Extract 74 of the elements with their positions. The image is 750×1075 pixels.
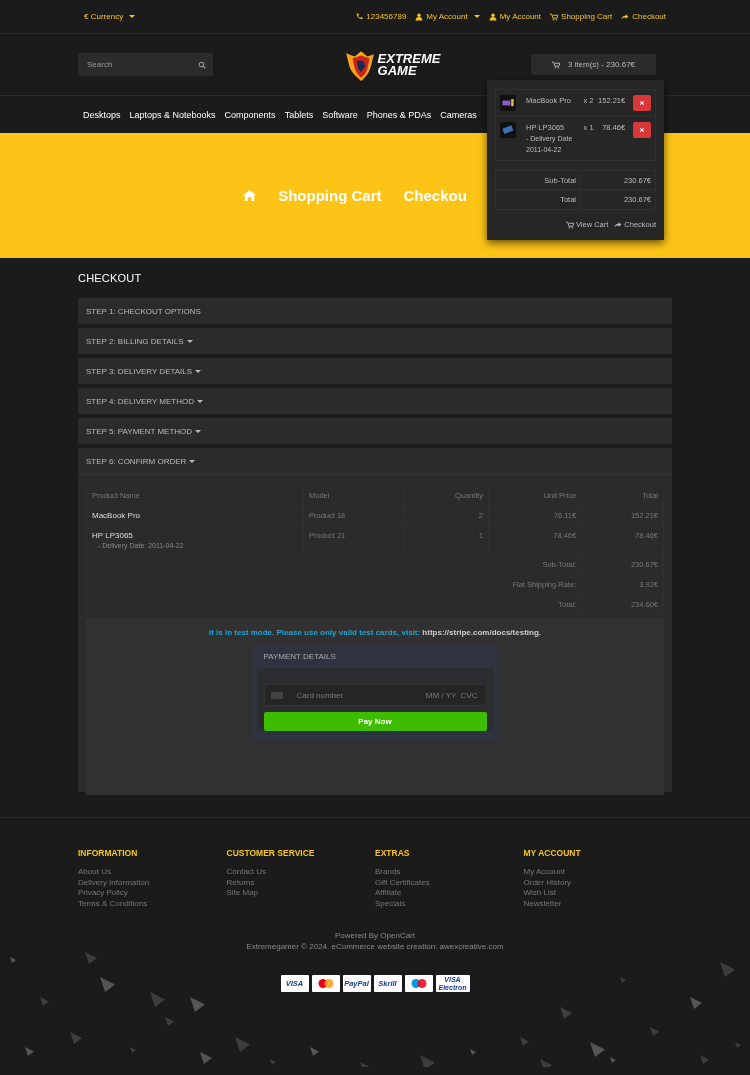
- footer-link[interactable]: Delivery Information: [78, 877, 227, 888]
- footer-link[interactable]: Contact Us: [226, 867, 375, 878]
- footer-link[interactable]: Newsletter: [523, 898, 672, 909]
- product-link[interactable]: MacBook Pro: [92, 511, 141, 520]
- footer-link[interactable]: Gift Certificates: [375, 877, 524, 888]
- nav-link[interactable]: Cameras: [440, 109, 477, 120]
- step-heading[interactable]: STEP 1: CHECKOUT OPTIONS: [78, 298, 672, 324]
- payment-logo: [311, 975, 340, 992]
- search-field[interactable]: Search: [78, 53, 213, 76]
- share-arrow-icon: [614, 220, 623, 229]
- docs-link[interactable]: https://stripe.com/docs/testing.: [422, 628, 542, 637]
- powered-by-text: Powered By OpenCart: [333, 931, 416, 942]
- card-number-input[interactable]: Card number: [294, 689, 418, 701]
- nav-link[interactable]: Components: [224, 109, 276, 120]
- search-icon: [198, 60, 206, 69]
- cart-icon: [551, 60, 560, 69]
- user-icon: [488, 12, 497, 21]
- footer-link[interactable]: Wish List: [523, 888, 672, 899]
- share-arrow-icon: [621, 12, 630, 21]
- footer-heading: INFORMATION: [78, 848, 139, 858]
- cart-icon: [565, 220, 574, 229]
- top-link[interactable]: Checkout: [621, 12, 666, 21]
- credit-card-icon: [270, 691, 283, 699]
- nav-link[interactable]: Software: [322, 109, 358, 120]
- search-input[interactable]: Search: [85, 59, 198, 70]
- footer-link[interactable]: My Account: [523, 867, 672, 878]
- product-link[interactable]: HP LP3065: [92, 531, 133, 540]
- step-heading[interactable]: STEP 4: DELIVERY METHOD: [78, 388, 672, 414]
- footer-link[interactable]: Brands: [375, 867, 524, 878]
- footer-link[interactable]: Affiliate: [375, 888, 524, 899]
- footer-link[interactable]: Specials: [375, 898, 524, 909]
- footer-link[interactable]: Returns: [226, 877, 375, 888]
- product-thumbnail[interactable]: [500, 122, 516, 138]
- cart-button[interactable]: 3 item(s) - 230.67€: [531, 54, 656, 75]
- close-icon: [639, 127, 646, 133]
- top-link[interactable]: Shopping Cart: [550, 12, 613, 21]
- page-title: CHECKOUT: [78, 272, 143, 284]
- close-icon: [639, 100, 646, 106]
- caret-icon: [129, 15, 136, 18]
- footer-link[interactable]: Terms & Conditions: [78, 898, 227, 909]
- nav-link[interactable]: Laptops & Notebooks: [129, 109, 216, 120]
- expiry-cvc-input[interactable]: MM / YY CVC: [417, 689, 480, 701]
- home-icon: [243, 189, 257, 202]
- footer-heading: CUSTOMER SERVICE: [226, 848, 316, 858]
- cart-icon: [550, 12, 559, 21]
- step-heading[interactable]: STEP 5: PAYMENT METHOD: [78, 418, 672, 444]
- remove-button[interactable]: [633, 122, 651, 138]
- top-link[interactable]: My Account: [415, 12, 480, 21]
- footer-link[interactable]: Privacy Policy: [78, 888, 227, 899]
- footer-link[interactable]: Order History: [523, 877, 672, 888]
- top-link[interactable]: My Account: [488, 12, 542, 21]
- currency-dropdown[interactable]: € Currency: [84, 12, 136, 21]
- nav-link[interactable]: Phones & PDAs: [366, 109, 432, 120]
- payment-logo: [404, 975, 433, 992]
- logo-text: EXTREME GAME: [377, 52, 441, 77]
- footer-heading: MY ACCOUNT: [523, 848, 582, 858]
- footer-link[interactable]: Site Map: [226, 888, 375, 899]
- phone-icon: [355, 12, 364, 21]
- nav-link[interactable]: Desktops: [83, 109, 121, 120]
- copyright-text: Extremegamer © 2024. eCommerce website creation: awexcreative.com: [245, 941, 505, 952]
- remove-button[interactable]: [633, 95, 651, 111]
- user-icon: [415, 12, 424, 21]
- step-heading[interactable]: STEP 6: CONFIRM ORDER: [78, 448, 672, 474]
- footer-link[interactable]: About Us: [78, 867, 227, 878]
- payment-title: PAYMENT DETAILS: [262, 651, 337, 663]
- footer-heading: EXTRAS: [375, 848, 411, 858]
- step-heading[interactable]: STEP 2: BILLING DETAILS: [78, 328, 672, 354]
- card-field[interactable]: Card number MM / YY CVC: [263, 684, 487, 706]
- step-heading[interactable]: STEP 3: DELIVERY DETAILS: [78, 358, 672, 384]
- nav-link[interactable]: Tablets: [284, 109, 314, 120]
- shield-logo-icon: [343, 48, 376, 81]
- product-thumbnail[interactable]: [500, 95, 516, 111]
- top-link[interactable]: 123456789: [355, 12, 407, 21]
- test-mode-notice: It is in test mode. Please use only valid test cards, visit: https://stripe.com/docs/testing.: [207, 628, 543, 637]
